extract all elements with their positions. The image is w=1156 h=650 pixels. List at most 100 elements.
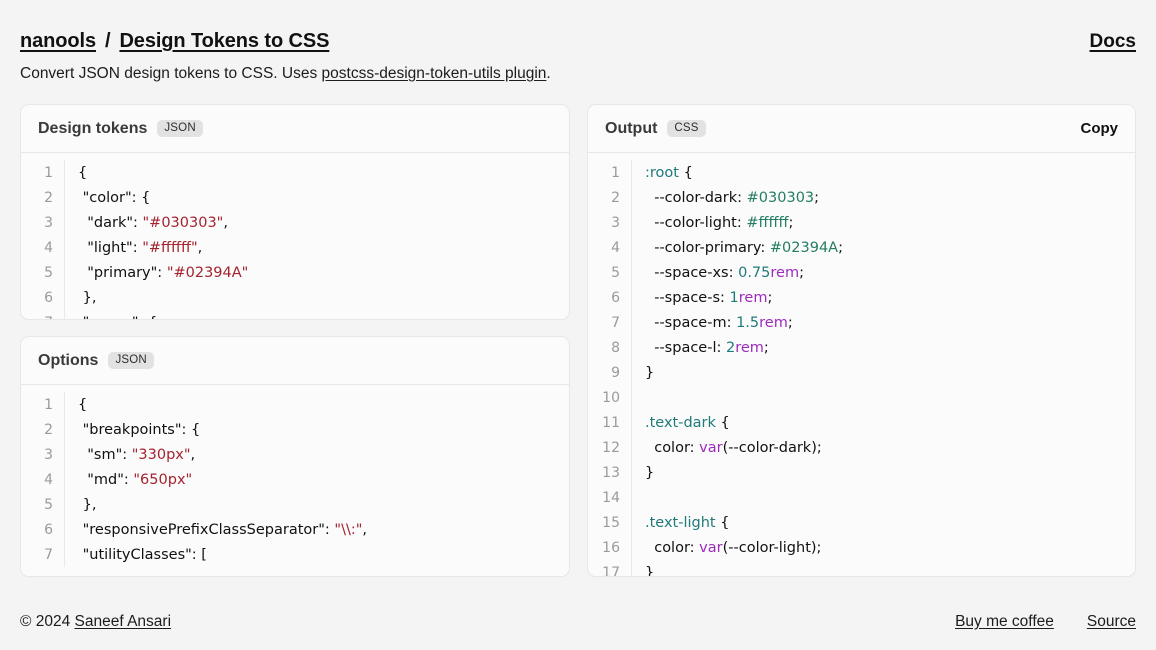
page-title[interactable]: Design Tokens to CSS [119,30,329,53]
code-line: 6 "responsivePrefixClassSeparator": "\\:… [21,517,569,543]
line-number: 17 [588,560,632,577]
line-number: 1 [21,160,65,186]
token-punct: , [190,446,196,463]
token-punct: { [78,164,88,181]
code-line: 4 --color-primary: #02394A; [588,235,1135,261]
source-link[interactable]: Source [1087,613,1136,631]
line-number: 6 [21,517,65,543]
token-punct: { [715,514,730,531]
token-punct: , [223,214,228,231]
site-header: nanools / Design Tokens to CSS Docs [20,0,1136,53]
options-editor[interactable]: 1 {2 "breakpoints": {3 "sm": "330px", 4 "m… [21,385,569,577]
line-number: 5 [21,492,65,518]
output-title: Output [605,119,658,137]
code-line-text: { [65,397,87,413]
token-punct: { [78,396,88,413]
token-prop: color: [645,539,700,556]
code-line: 11 .text-dark { [588,410,1135,436]
code-line: 14 [588,485,1135,511]
code-line: 4 "md": "650px" [21,467,569,493]
token-punct: ; [799,264,804,281]
docs-link[interactable]: Docs [1090,31,1136,53]
code-line: 17} [588,560,1135,577]
token-num: 1 [729,289,739,306]
design-tokens-header-left: Design tokens JSON [38,120,203,138]
line-number: 10 [588,385,632,411]
code-line: 2 "breakpoints": { [21,417,569,443]
token-punct: ; [763,339,769,356]
code-line-text: --space-m: 1.5rem; [632,315,793,331]
token-unit: rem [735,339,764,356]
code-line-text: "space": { [65,315,158,320]
design-tokens-format-badge: JSON [157,119,203,138]
footer-links: Buy me coffee Source [955,613,1136,631]
footer-copyright: © 2024 Saneef Ansari [20,613,171,631]
token-num: 0.75 [738,264,771,281]
options-header: Options JSON [21,337,569,386]
editor-columns: Design tokens JSON 1{2 "color": {3 "dark… [20,104,1136,578]
line-number: 4 [21,235,65,261]
line-number: 3 [21,210,65,236]
code-line-text: "light": "#ffffff", [65,240,202,256]
options-header-left: Options JSON [38,352,154,370]
line-number: 3 [588,210,632,236]
code-line: 3 --color-light: #ffffff; [588,210,1135,236]
site-footer: © 2024 Saneef Ansari Buy me coffee Sourc… [20,593,1136,650]
design-tokens-code[interactable]: 1{2 "color": {3 "dark": "#030303", 4 "lig… [21,153,569,320]
code-line-text: "utilityClasses": [ [65,547,207,563]
token-punct: ; [787,314,793,331]
token-num: 1.5 [736,314,760,331]
code-line-text: } [632,365,654,381]
output-code: 1:root {2 --color-dark: #030303; 3 --colo… [588,153,1135,577]
token-key: "primary": [78,264,167,281]
code-line-text: color: var(--color-dark); [632,440,822,456]
line-number: 3 [21,442,65,468]
token-key: "color": { [78,189,151,206]
line-number: 5 [588,260,632,286]
copy-button[interactable]: Copy [1081,120,1119,137]
options-code[interactable]: 1 {2 "breakpoints": {3 "sm": "330px", 4 "m… [21,385,569,568]
output-format-badge: CSS [667,119,706,138]
plugin-link[interactable]: postcss-design-token-utils plugin [322,65,547,82]
token-hex: #ffffff [746,214,789,231]
breadcrumb-separator: / [104,30,111,52]
token-key: "light": [78,239,143,256]
code-line-text: --color-light: #ffffff; [632,215,793,231]
token-punct: , [362,521,368,538]
code-line: 7 --space-m: 1.5rem; [588,310,1135,336]
code-line-text: "sm": "330px", [65,447,195,463]
breadcrumb-brand-link[interactable]: nanools [20,30,96,53]
breadcrumb: nanools / Design Tokens to CSS [20,30,329,53]
line-number: 7 [588,310,632,336]
token-key: "space": { [78,315,158,320]
code-line: 13} [588,460,1135,486]
token-punct: }, [78,496,97,513]
token-str: "650px" [133,471,193,488]
code-line-text: .text-dark { [632,415,730,431]
line-number: 11 [588,410,632,436]
buy-me-coffee-link[interactable]: Buy me coffee [955,613,1054,631]
options-format-badge: JSON [108,351,154,370]
token-sel: .text-light [645,514,716,531]
token-key: "utilityClasses": [ [78,546,207,563]
code-line: 6 --space-s: 1rem; [588,285,1135,311]
code-line-text: :root { [632,165,693,181]
token-punct: } [645,564,655,577]
token-punct: { [678,164,693,181]
token-key: "md": [78,471,134,488]
output-editor[interactable]: 1:root {2 --color-dark: #030303; 3 --colo… [588,153,1135,577]
code-line: 10 [588,385,1135,411]
token-str: "\\:" [334,521,363,538]
code-line-text: "responsivePrefixClassSeparator": "\\:", [65,522,367,538]
author-link[interactable]: Saneef Ansari [75,613,172,630]
token-str: "#030303" [142,214,224,231]
code-line: 3 "dark": "#030303", [21,210,569,236]
line-number: 7 [21,542,65,568]
code-line-text: "color": { [65,189,151,206]
token-prop: --color-light: [645,214,747,231]
design-tokens-editor[interactable]: 1{2 "color": {3 "dark": "#030303", 4 "lig… [21,153,569,320]
token-str: "#02394A" [166,264,249,281]
line-number: 6 [588,285,632,311]
line-number: 1 [21,392,65,418]
code-line-text: "dark": "#030303", [65,215,228,231]
